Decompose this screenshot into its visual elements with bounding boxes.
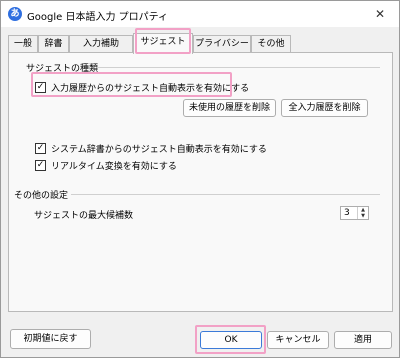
max-candidates-value: 3 — [344, 208, 350, 218]
tab-input-assist[interactable]: 入力補助 — [69, 35, 133, 53]
realtime-conversion-label: リアルタイム変換を有効にする — [51, 161, 177, 172]
history-suggest-label: 入力履歴からのサジェスト自動表示を有効にする — [51, 83, 250, 94]
system-dict-suggest-checkbox[interactable]: ✓ システム辞書からのサジェスト自動表示を有効にする — [35, 141, 267, 155]
system-dict-suggest-label: システム辞書からのサジェスト自動表示を有効にする — [51, 144, 267, 155]
cancel-button[interactable]: キャンセル — [267, 331, 329, 349]
check-icon: ✓ — [36, 81, 45, 92]
reset-defaults-button[interactable]: 初期値に戻す — [10, 329, 91, 349]
checkbox-box[interactable]: ✓ — [35, 142, 46, 154]
tab-dictionary[interactable]: 辞書 — [38, 35, 69, 53]
max-candidates-spinner[interactable]: 3 ▲ ▼ — [340, 206, 369, 220]
checkbox-box[interactable]: ✓ — [35, 159, 46, 171]
check-icon: ✓ — [36, 142, 45, 153]
spin-arrows[interactable]: ▲ ▼ — [357, 207, 368, 219]
properties-dialog: あ Google 日本語入力 プロパティ ✕ 一般 辞書 入力補助 サジェスト … — [0, 0, 400, 358]
tab-privacy[interactable]: プライバシー — [193, 35, 251, 53]
close-button[interactable]: ✕ — [371, 5, 389, 23]
close-icon: ✕ — [374, 7, 386, 21]
other-group-title: その他の設定 — [14, 191, 69, 201]
group-divider — [97, 67, 380, 68]
suggest-panel: サジェストの種類 ✓ 入力履歴からのサジェスト自動表示を有効にする 未使用の履歴… — [8, 52, 393, 312]
checkbox-box[interactable]: ✓ — [35, 81, 46, 93]
realtime-conversion-checkbox[interactable]: ✓ リアルタイム変換を有効にする — [35, 158, 177, 172]
spin-down-icon[interactable]: ▼ — [358, 213, 368, 219]
check-icon: ✓ — [36, 159, 45, 170]
tab-suggest[interactable]: サジェスト — [133, 33, 193, 54]
apply-button[interactable]: 適用 — [334, 331, 392, 349]
tab-general[interactable]: 一般 — [8, 35, 38, 53]
history-suggest-checkbox[interactable]: ✓ 入力履歴からのサジェスト自動表示を有効にする — [35, 80, 249, 94]
tab-other[interactable]: その他 — [251, 35, 291, 53]
clear-unused-history-button[interactable]: 未使用の履歴を削除 — [183, 99, 276, 117]
ok-button[interactable]: OK — [200, 331, 262, 349]
title-bar: あ Google 日本語入力 プロパティ ✕ — [1, 1, 399, 27]
app-icon: あ — [8, 7, 22, 21]
window-title: Google 日本語入力 プロパティ — [27, 12, 169, 23]
suggest-group-title: サジェストの種類 — [26, 64, 99, 74]
group-divider — [71, 194, 380, 195]
clear-all-history-button[interactable]: 全入力履歴を削除 — [281, 99, 368, 117]
max-candidates-label: サジェストの最大候補数 — [34, 211, 134, 221]
